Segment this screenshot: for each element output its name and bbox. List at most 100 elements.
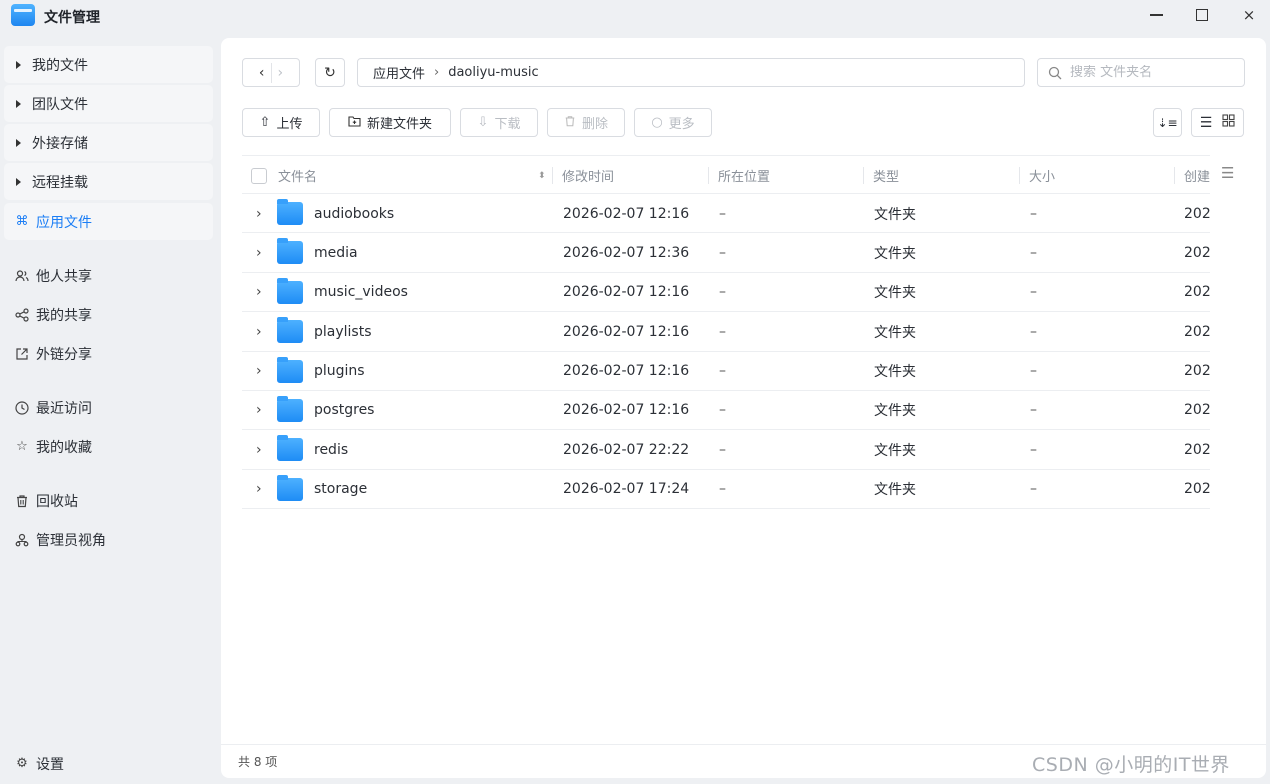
delete-button[interactable]: 删除	[547, 108, 625, 137]
file-name[interactable]: playlists	[314, 312, 372, 351]
column-divider[interactable]	[1174, 167, 1175, 184]
table-row[interactable]: › audiobooks 2026-02-07 12:16 – 文件夹 – 202	[242, 194, 1211, 234]
file-name[interactable]: media	[314, 233, 358, 272]
sidebar-item-label: 他人共享	[36, 268, 92, 285]
sidebar-item-team-files[interactable]: 团队文件	[4, 85, 213, 122]
sidebar-item-admin-view[interactable]: 管理员视角	[4, 521, 213, 558]
location: –	[719, 205, 726, 222]
refresh-button[interactable]: ↻	[315, 58, 345, 87]
location: –	[719, 441, 726, 458]
column-settings-icon[interactable]: ☰	[1221, 164, 1234, 182]
folder-icon	[277, 233, 303, 272]
app-title: 文件管理	[44, 10, 100, 26]
chevron-right-icon[interactable]: ›	[256, 312, 262, 351]
expand-triangle-icon[interactable]	[16, 60, 21, 69]
folder-icon	[277, 273, 303, 312]
close-button[interactable]: ×	[1236, 4, 1262, 26]
chevron-right-icon[interactable]: ›	[256, 233, 262, 272]
breadcrumb-current[interactable]: daoliyu-music	[448, 65, 538, 80]
expand-triangle-icon[interactable]	[16, 138, 21, 147]
sidebar-item-external-storage[interactable]: 外接存储	[4, 124, 213, 161]
header-size[interactable]: 大小	[1029, 156, 1055, 195]
column-divider[interactable]	[863, 167, 864, 184]
file-name[interactable]: redis	[314, 430, 348, 469]
chevron-right-icon[interactable]: ›	[256, 391, 262, 430]
more-button[interactable]: ○ 更多	[634, 108, 712, 137]
search-input[interactable]	[1070, 65, 1230, 80]
sidebar-item-recent[interactable]: 最近访问	[4, 389, 213, 426]
sidebar-item-app-files[interactable]: ⌘ 应用文件	[4, 203, 213, 240]
column-divider[interactable]	[552, 167, 553, 184]
sidebar-item-link-shares[interactable]: 外链分享	[4, 335, 213, 372]
expand-triangle-icon[interactable]	[16, 99, 21, 108]
file-name[interactable]: audiobooks	[314, 194, 394, 233]
table-row[interactable]: › plugins 2026-02-07 12:16 – 文件夹 – 202	[242, 352, 1211, 391]
file-name[interactable]: music_videos	[314, 273, 408, 312]
select-all-checkbox[interactable]	[251, 156, 267, 195]
sort-button[interactable]: ⇣≡	[1153, 108, 1182, 137]
sidebar-item-recycle-bin[interactable]: 回收站	[4, 482, 213, 519]
list-view-icon[interactable]: ☰	[1200, 115, 1213, 131]
sidebar-item-label: 我的收藏	[36, 439, 92, 456]
search-box[interactable]	[1037, 58, 1245, 87]
created-time: 202	[1184, 284, 1211, 301]
header-created[interactable]: 创建	[1184, 156, 1210, 195]
folder-icon	[277, 470, 303, 509]
table-row[interactable]: › storage 2026-02-07 17:24 – 文件夹 – 202	[242, 470, 1211, 510]
table-row[interactable]: › media 2026-02-07 12:36 – 文件夹 – 202	[242, 233, 1211, 273]
folder-icon	[277, 430, 303, 469]
sidebar-item-favorites[interactable]: ☆ 我的收藏	[4, 428, 213, 465]
app-logo-icon	[11, 4, 35, 26]
table-row[interactable]: › postgres 2026-02-07 12:16 – 文件夹 – 202	[242, 391, 1211, 431]
upload-button[interactable]: ⇧ 上传	[242, 108, 320, 137]
modified-time: 2026-02-07 12:16	[563, 323, 690, 340]
folder-icon-shape	[277, 238, 303, 265]
location: –	[719, 363, 726, 380]
folder-icon	[277, 391, 303, 430]
download-button[interactable]: ⇩ 下载	[460, 108, 538, 137]
apps-icon: ⌘	[15, 214, 29, 229]
sort-arrows-icon[interactable]: ⬍	[538, 156, 546, 195]
new-folder-button[interactable]: 新建文件夹	[329, 108, 451, 137]
sidebar-item-remote-mount[interactable]: 远程挂载	[4, 163, 213, 200]
minimize-button[interactable]	[1143, 4, 1169, 26]
folder-icon	[277, 352, 303, 391]
modified-time: 2026-02-07 12:16	[563, 284, 690, 301]
modified-time: 2026-02-07 17:24	[563, 481, 690, 498]
expand-triangle-icon[interactable]	[16, 177, 21, 186]
back-button[interactable]: ‹	[259, 65, 265, 81]
table-row[interactable]: › redis 2026-02-07 22:22 – 文件夹 – 202	[242, 430, 1211, 470]
created-time: 202	[1184, 323, 1211, 340]
header-type[interactable]: 类型	[873, 156, 899, 195]
sidebar-item-my-shares[interactable]: 我的共享	[4, 296, 213, 333]
sidebar-item-my-files[interactable]: 我的文件	[4, 46, 213, 83]
chevron-right-icon[interactable]: ›	[256, 430, 262, 469]
chevron-right-icon[interactable]: ›	[256, 194, 262, 233]
main-panel: ‹ › ↻ 应用文件 › daoliyu-music ⇧ 上传 新建文件夹 ⇩ …	[221, 38, 1266, 778]
forward-button[interactable]: ›	[278, 65, 284, 81]
maximize-button[interactable]	[1189, 4, 1215, 26]
table-row[interactable]: › playlists 2026-02-07 12:16 – 文件夹 – 202	[242, 312, 1211, 352]
column-divider[interactable]	[1019, 167, 1020, 184]
header-name[interactable]: 文件名	[278, 156, 317, 195]
table-row[interactable]: › music_videos 2026-02-07 12:16 – 文件夹 – 202	[242, 273, 1211, 313]
chevron-right-icon[interactable]: ›	[256, 470, 262, 509]
sidebar-item-shared-with-me[interactable]: 他人共享	[4, 257, 213, 294]
chevron-right-icon[interactable]: ›	[256, 273, 262, 312]
file-size: –	[1030, 402, 1037, 419]
breadcrumb-root[interactable]: 应用文件	[373, 63, 425, 82]
header-location[interactable]: 所在位置	[718, 156, 770, 195]
grid-view-icon[interactable]	[1222, 114, 1235, 131]
file-name[interactable]: plugins	[314, 352, 365, 391]
header-modified[interactable]: 修改时间	[562, 156, 614, 195]
breadcrumb[interactable]: 应用文件 › daoliyu-music	[357, 58, 1025, 87]
column-divider[interactable]	[708, 167, 709, 184]
folder-icon-shape	[277, 277, 303, 304]
folder-icon-shape	[277, 395, 303, 422]
file-name[interactable]: postgres	[314, 391, 374, 430]
file-name[interactable]: storage	[314, 470, 367, 509]
new-folder-label: 新建文件夹	[366, 117, 432, 132]
sidebar-item-label: 最近访问	[36, 400, 92, 417]
chevron-right-icon[interactable]: ›	[256, 352, 262, 391]
sidebar-item-settings[interactable]: ⚙ 设置	[4, 745, 213, 782]
